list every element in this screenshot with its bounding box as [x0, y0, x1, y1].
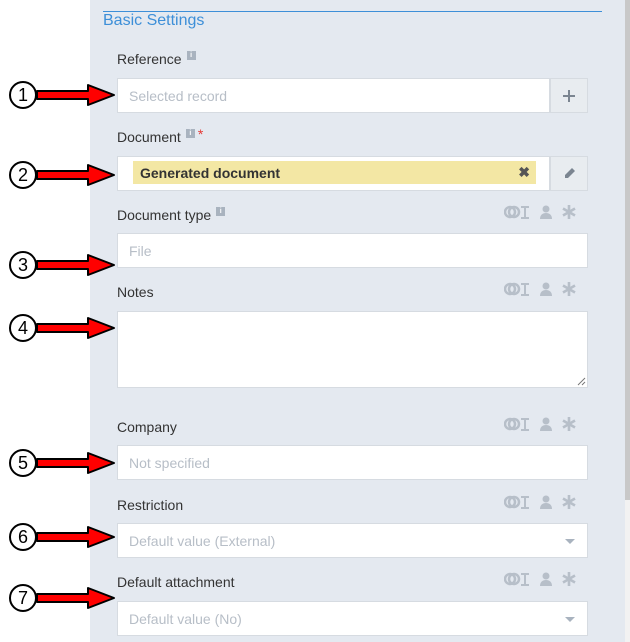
document-type-label-row: Document type i [117, 206, 226, 223]
plus-icon [563, 89, 575, 102]
company-label-row: Company [117, 419, 177, 435]
pencil-icon [564, 168, 575, 178]
info-icon: i [186, 50, 196, 60]
info-icon: i [216, 206, 226, 216]
callout-number: 5 [18, 453, 28, 473]
section-title: Basic Settings [103, 12, 205, 29]
callout-arrow-7: 7 [9, 584, 115, 612]
link-text-icon [504, 205, 529, 219]
default-attachment-select[interactable]: Default value (No) [117, 601, 588, 636]
edit-document-button[interactable] [550, 156, 588, 191]
asterisk-icon [562, 417, 576, 431]
callout-number: 7 [18, 588, 28, 608]
reference-label: Reference [117, 51, 182, 67]
document-type-label: Document type [117, 207, 212, 223]
company-tools [504, 416, 576, 432]
callout-arrow-3: 3 [9, 251, 115, 279]
document-label: Document [117, 129, 181, 145]
company-placeholder: Not specified [129, 454, 210, 471]
notes-label-row: Notes [117, 284, 154, 300]
document-label-row: Document i * [117, 126, 204, 145]
callout-arrow-2: 2 [9, 161, 115, 189]
document-type-field[interactable]: File [117, 233, 588, 268]
user-icon [540, 495, 552, 509]
close-icon[interactable]: ✖ [518, 164, 530, 181]
scrollbar[interactable] [625, 0, 630, 642]
scrollbar-thumb[interactable] [625, 0, 630, 500]
user-icon [540, 572, 552, 586]
restriction-select[interactable]: Default value (External) [117, 523, 588, 558]
callout-number: 2 [18, 165, 28, 185]
callout-arrow-5: 5 [9, 449, 115, 477]
user-icon [540, 282, 552, 296]
default-attachment-value: Default value (No) [129, 610, 242, 627]
callout-number: 4 [18, 318, 28, 338]
restriction-tools [504, 494, 576, 510]
callout-number: 6 [18, 527, 28, 547]
company-label: Company [117, 419, 177, 435]
company-field[interactable]: Not specified [117, 445, 588, 480]
restriction-label: Restriction [117, 497, 184, 513]
required-mark: * [197, 126, 204, 142]
reference-label-row: Reference i [117, 50, 196, 67]
link-text-icon [504, 282, 529, 296]
default-attachment-tools [504, 571, 576, 587]
restriction-value: Default value (External) [129, 532, 276, 549]
callout-arrow-4: 4 [9, 314, 115, 342]
chevron-down-icon [565, 539, 575, 544]
callout-arrow-6: 6 [9, 523, 115, 551]
user-icon [540, 417, 552, 431]
document-type-placeholder: File [129, 242, 152, 259]
link-text-icon [504, 495, 529, 509]
default-attachment-label: Default attachment [117, 574, 235, 590]
reference-placeholder: Selected record [129, 87, 228, 104]
info-icon: i [185, 128, 195, 138]
resize-handle-icon [577, 377, 586, 386]
add-reference-button[interactable] [550, 78, 588, 113]
callout-number: 1 [18, 85, 28, 105]
asterisk-icon [562, 495, 576, 509]
asterisk-icon [562, 282, 576, 296]
asterisk-icon [562, 572, 576, 586]
document-type-tools [504, 204, 576, 220]
reference-field[interactable]: Selected record [117, 78, 550, 113]
chevron-down-icon [565, 617, 575, 622]
link-text-icon [504, 417, 529, 431]
notes-textarea[interactable] [117, 311, 588, 388]
link-text-icon [504, 572, 529, 586]
document-chip-label: Generated document [140, 164, 281, 181]
user-icon [540, 205, 552, 219]
callout-arrow-1: 1 [9, 81, 115, 109]
asterisk-icon [562, 205, 576, 219]
notes-tools [504, 281, 576, 297]
document-chip[interactable]: Generated document ✖ [133, 161, 536, 184]
default-attachment-label-row: Default attachment [117, 574, 235, 590]
notes-label: Notes [117, 284, 154, 300]
callout-number: 3 [18, 255, 28, 275]
restriction-label-row: Restriction [117, 497, 183, 513]
